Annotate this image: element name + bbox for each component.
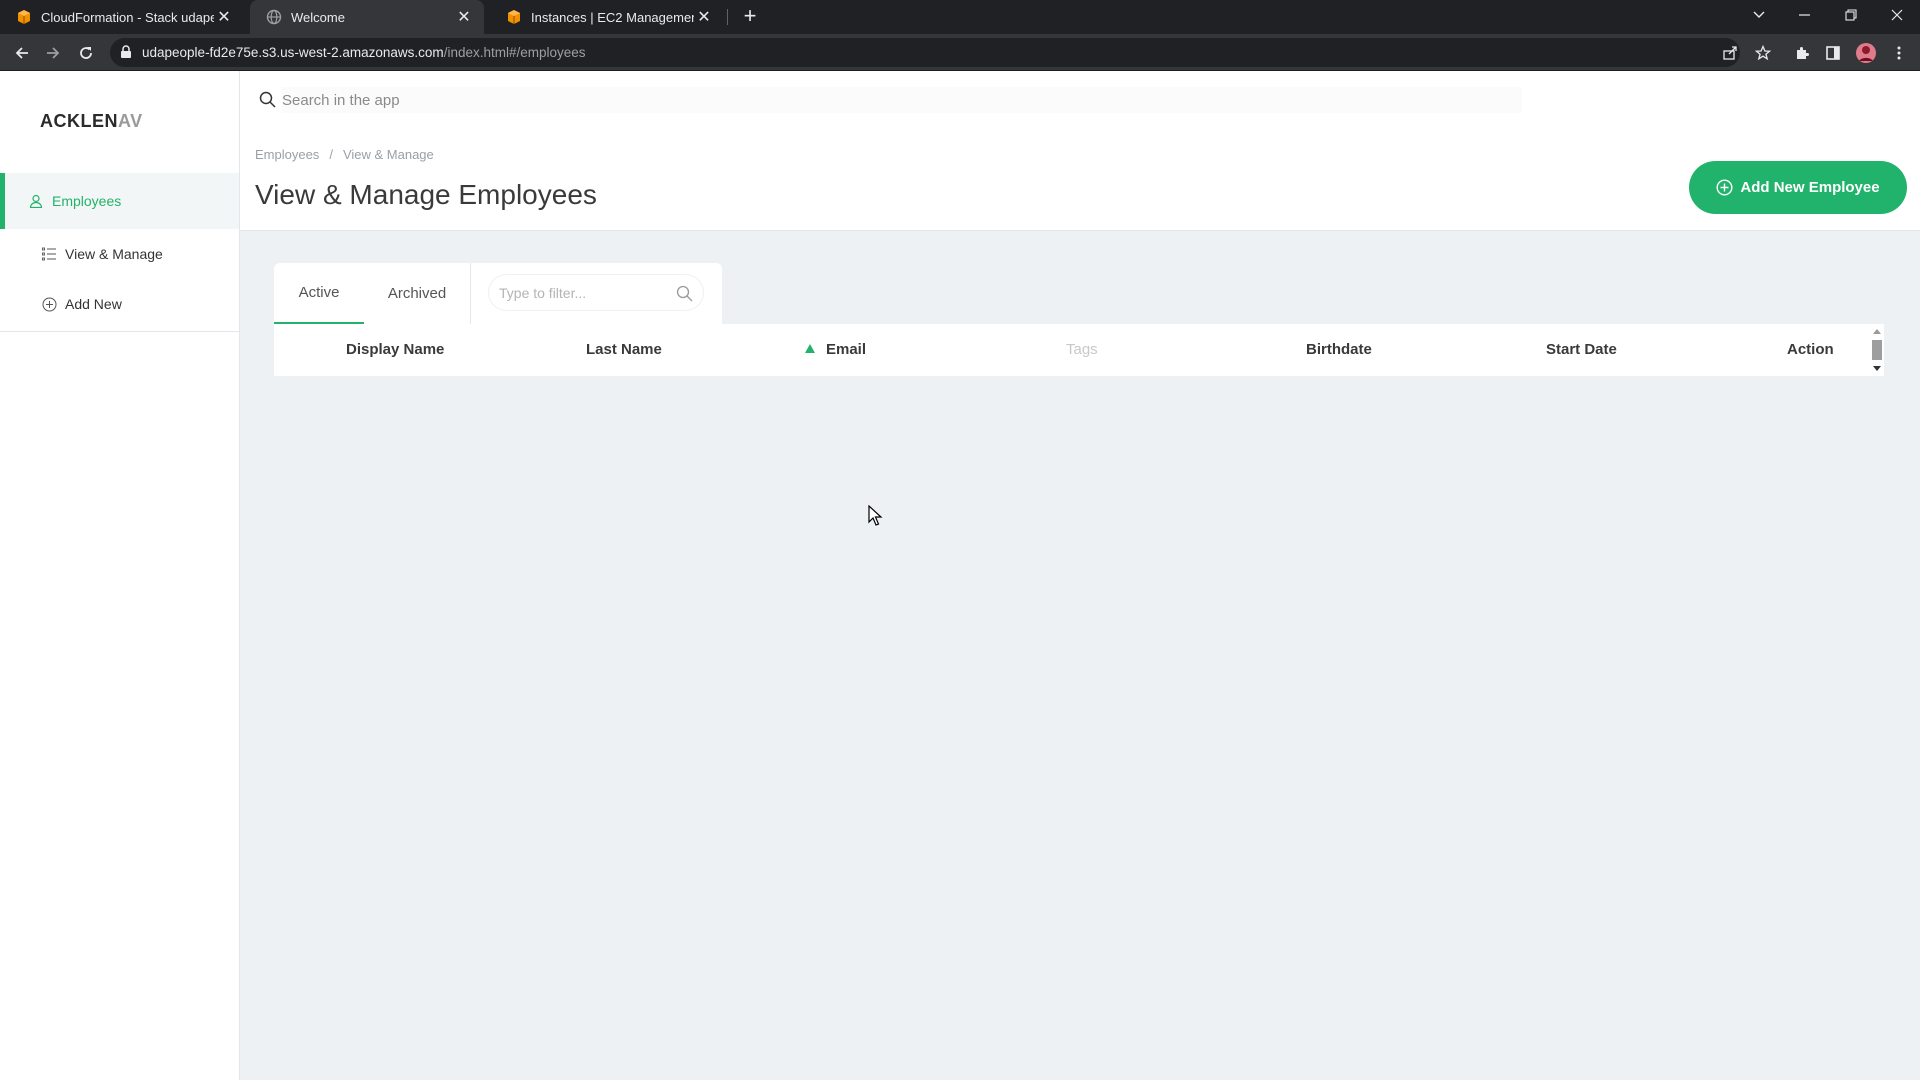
restore-icon[interactable] — [1828, 0, 1874, 30]
breadcrumb-employees[interactable]: Employees — [255, 147, 319, 162]
plus-circle-icon — [41, 296, 57, 312]
browser-tab-cloudformation[interactable]: CloudFormation - Stack udapeople ✕ — [0, 0, 244, 34]
search-icon — [676, 285, 693, 302]
browser-tab-ec2[interactable]: Instances | EC2 Management Console ✕ — [490, 0, 724, 34]
column-header-display-name[interactable]: Display Name — [346, 341, 444, 358]
sidebar-item-view-manage[interactable]: View & Manage — [0, 229, 239, 279]
forward-icon[interactable] — [41, 41, 65, 65]
breadcrumb-current: View & Manage — [342, 147, 434, 162]
browser-tab-bar: CloudFormation - Stack udapeople ✕ Welco… — [0, 0, 1920, 34]
reload-icon[interactable] — [74, 41, 98, 65]
aws-cube-icon — [508, 10, 520, 24]
close-tab-icon[interactable]: ✕ — [214, 7, 234, 27]
address-bar[interactable]: udapeople-fd2e75e.s3.us-west-2.amazonaws… — [110, 38, 1740, 67]
mouse-cursor-icon — [868, 505, 883, 526]
scroll-up-arrow[interactable] — [1873, 329, 1881, 334]
user-icon — [28, 193, 44, 209]
add-new-employee-label: Add New Employee — [1740, 179, 1880, 196]
share-icon[interactable] — [1719, 42, 1741, 64]
close-tab-icon[interactable]: ✕ — [454, 7, 474, 27]
column-header-birthdate[interactable]: Birthdate — [1306, 341, 1372, 358]
app-sidebar: ACKLENAV Employees View & Manage Add New — [0, 71, 240, 1080]
close-tab-icon[interactable]: ✕ — [694, 7, 714, 27]
tab-search-icon[interactable] — [1736, 0, 1782, 30]
add-new-employee-button[interactable]: Add New Employee — [1689, 161, 1907, 214]
filter-input[interactable] — [499, 283, 669, 303]
employees-table-header: Display Name Last Name Email Tags Birthd… — [274, 324, 1870, 376]
url-path: /index.html#/employees — [443, 45, 586, 60]
logo-text: ACKLEN — [40, 111, 118, 131]
bookmark-star-icon[interactable] — [1752, 42, 1774, 64]
sidebar-item-employees[interactable]: Employees — [0, 173, 239, 229]
lock-icon — [121, 45, 131, 58]
column-header-start-date[interactable]: Start Date — [1546, 341, 1617, 358]
list-icon — [41, 246, 57, 262]
tabs-divider — [470, 263, 471, 324]
column-header-tags: Tags — [1066, 341, 1098, 358]
column-header-last-name[interactable]: Last Name — [586, 341, 662, 358]
search-icon — [259, 91, 276, 108]
browser-toolbar: udapeople-fd2e75e.s3.us-west-2.amazonaws… — [0, 34, 1920, 71]
breadcrumb-separator: / — [329, 147, 333, 162]
sidebar-item-label: View & Manage — [65, 246, 163, 262]
back-icon[interactable] — [10, 41, 34, 65]
aws-cube-icon — [18, 10, 30, 24]
url-host: udapeople-fd2e75e.s3.us-west-2.amazonaws… — [142, 45, 444, 60]
globe-icon — [266, 9, 282, 25]
acklen-logo: ACKLENAV — [40, 111, 143, 132]
app-search-bar — [240, 71, 1920, 127]
scroll-thumb[interactable] — [1872, 340, 1882, 360]
sort-ascending-icon — [805, 344, 815, 353]
scroll-down-arrow[interactable] — [1873, 366, 1881, 371]
employee-tabs: Active Archived — [274, 263, 722, 324]
close-window-icon[interactable] — [1874, 0, 1920, 30]
column-header-email[interactable]: Email — [826, 341, 866, 358]
table-scrollbar[interactable] — [1870, 324, 1884, 376]
column-header-action: Action — [1787, 341, 1834, 358]
side-panel-icon[interactable] — [1822, 42, 1844, 64]
minimize-icon[interactable] — [1782, 0, 1828, 30]
sidebar-divider — [0, 331, 239, 332]
logo-text-faded: AV — [118, 111, 143, 131]
browser-tab-title: CloudFormation - Stack udapeople — [41, 9, 214, 25]
app-search-input[interactable] — [282, 87, 1522, 113]
browser-tab-title: Instances | EC2 Management Console — [531, 9, 694, 25]
sidebar-nav: Employees View & Manage Add New — [0, 173, 239, 332]
page-title: View & Manage Employees — [255, 179, 597, 210]
page-header: Employees / View & Manage View & Manage Em… — [240, 127, 1920, 231]
plus-circle-icon — [1716, 179, 1733, 196]
sidebar-item-label: Employees — [52, 193, 122, 209]
breadcrumb: Employees / View & Manage — [255, 147, 434, 162]
browser-tab-welcome[interactable]: Welcome ✕ — [250, 0, 484, 34]
tab-separator — [727, 9, 728, 25]
tab-archived[interactable]: Archived — [364, 263, 470, 324]
browser-tab-title: Welcome — [291, 9, 345, 25]
filter-box — [488, 274, 704, 311]
profile-avatar[interactable] — [1855, 42, 1877, 64]
new-tab-button[interactable]: + — [738, 5, 762, 29]
sidebar-item-add-new[interactable]: Add New — [0, 279, 239, 329]
sidebar-item-label: Add New — [65, 296, 122, 312]
tab-active[interactable]: Active — [274, 263, 364, 324]
url-text: udapeople-fd2e75e.s3.us-west-2.amazonaws… — [142, 45, 586, 60]
browser-menu-icon[interactable] — [1888, 42, 1910, 64]
extensions-puzzle-icon[interactable] — [1791, 42, 1813, 64]
